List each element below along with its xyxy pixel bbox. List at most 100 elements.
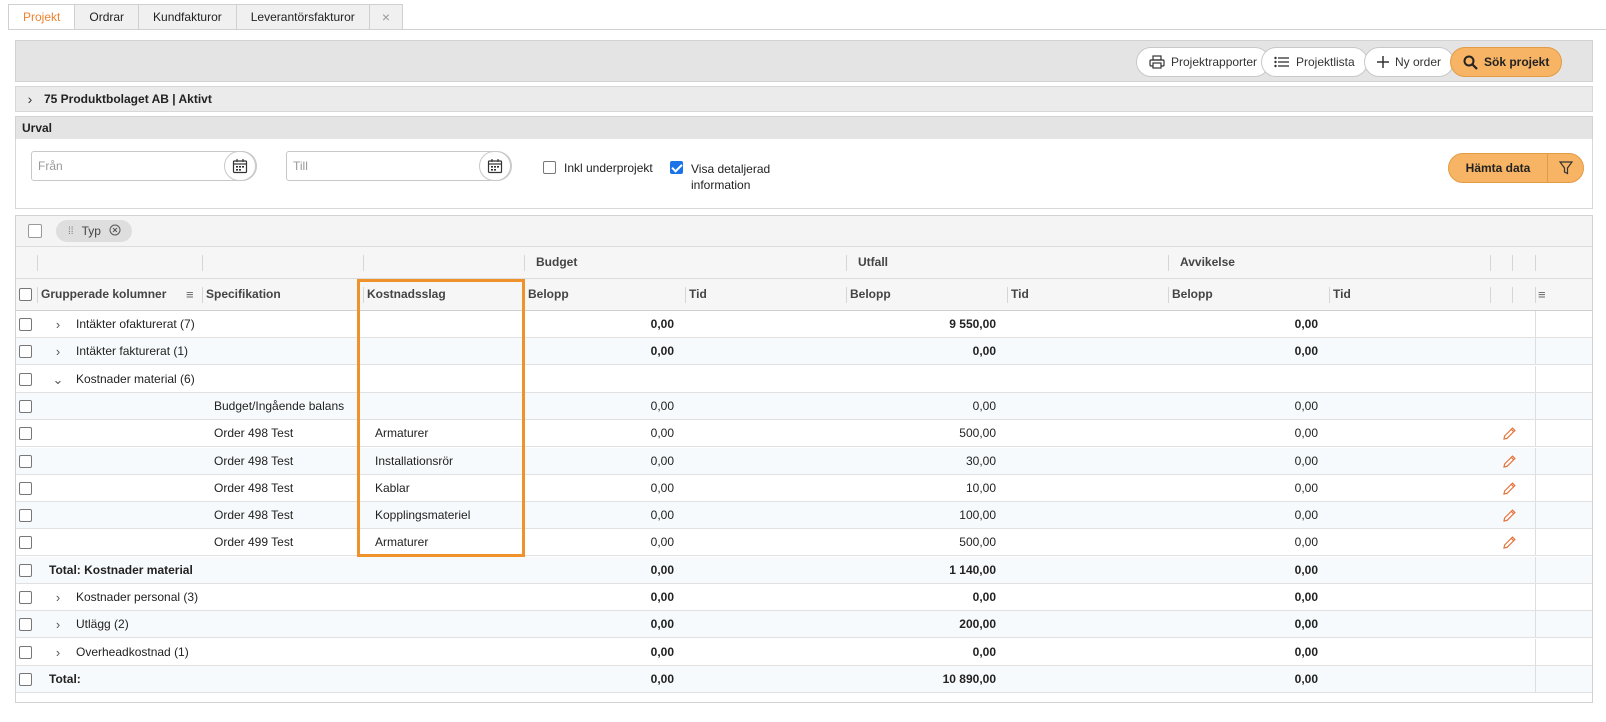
filter-icon[interactable]	[1547, 154, 1583, 182]
expand-toggle-icon[interactable]: ›	[52, 338, 64, 365]
calendar-icon[interactable]	[479, 151, 511, 181]
row-checkbox[interactable]	[19, 672, 32, 686]
tab-projekt[interactable]: Projekt	[8, 4, 76, 30]
from-date-field[interactable]: Från	[31, 151, 257, 181]
list-icon	[1274, 56, 1290, 68]
col-utfall-belopp[interactable]: Belopp	[846, 279, 891, 310]
row-checkbox[interactable]	[19, 645, 32, 659]
projektlista-button[interactable]: Projektlista	[1261, 47, 1368, 77]
total-label: Total: Kostnader material	[49, 562, 193, 577]
hamta-data-button[interactable]: Hämta data	[1448, 153, 1584, 183]
group-row[interactable]: ⌄ Kostnader material (6)	[16, 365, 1592, 393]
col-grupperade[interactable]: Grupperade kolumner	[37, 279, 166, 310]
calendar-icon[interactable]	[224, 151, 256, 181]
tab-ordrar[interactable]: Ordrar	[75, 4, 140, 30]
edit-pencil-icon[interactable]	[1502, 426, 1517, 444]
projektrapporter-button[interactable]: Projektrapporter	[1136, 47, 1271, 77]
table-row[interactable]: Order 498 Test Kablar 0,00 10,00 0,00	[16, 474, 1592, 502]
budget-belopp-cell: 0,00	[650, 480, 674, 495]
utfall-belopp-cell: 1 140,00	[949, 562, 996, 577]
budget-belopp-cell: 0,00	[650, 644, 674, 659]
table-row[interactable]: Order 498 Test Kopplingsmateriel 0,00 100,0…	[16, 502, 1592, 530]
row-checkbox[interactable]	[19, 536, 32, 550]
total-row[interactable]: Total: 0,00 10 890,00 0,00	[16, 665, 1592, 693]
row-checkbox[interactable]	[19, 318, 32, 331]
inkl-underprojekt-checkbox[interactable]	[543, 161, 556, 174]
to-date-field[interactable]: Till	[286, 151, 512, 181]
row-checkbox[interactable]	[19, 454, 32, 468]
group-chip-typ[interactable]: ⁞⁞ Typ	[56, 220, 132, 242]
ny-order-button[interactable]: Ny order	[1364, 47, 1455, 77]
visa-detaljerad-option[interactable]: Visa detaljerad information	[670, 161, 770, 193]
row-end-divider	[1535, 556, 1536, 583]
tab-leverantorsfakturor[interactable]: Leverantörsfakturor	[236, 4, 370, 30]
avvikelse-belopp-cell	[1168, 366, 1318, 393]
expand-toggle-icon[interactable]: ›	[52, 311, 64, 338]
expand-toggle-icon[interactable]: ›	[52, 639, 64, 666]
col-avvikelse-tid[interactable]: Tid	[1329, 279, 1351, 310]
group-panel-icon[interactable]	[28, 224, 42, 238]
row-checkbox[interactable]	[19, 399, 32, 413]
group-row[interactable]: › Intäkter ofakturerat (7) 0,00 9 550,00 0,0…	[16, 311, 1592, 338]
row-checkbox[interactable]	[19, 563, 32, 577]
col-utfall-tid[interactable]: Tid	[1007, 279, 1029, 310]
toolbar: Projektrapporter Projektlista Ny order S…	[15, 40, 1593, 82]
table-row[interactable]: Order 498 Test Installationsrör 0,00 30,00 0…	[16, 447, 1592, 475]
col-budget-tid[interactable]: Tid	[685, 279, 707, 310]
expand-toggle-icon[interactable]: ›	[52, 584, 64, 611]
col-budget-belopp[interactable]: Belopp	[524, 279, 569, 310]
row-checkbox[interactable]	[19, 591, 32, 604]
column-separator	[37, 255, 38, 271]
utfall-belopp-cell: 9 550,00	[949, 317, 996, 331]
grid-menu-icon[interactable]: ≡	[1538, 288, 1546, 301]
drag-handle-icon[interactable]: ⁞⁞	[68, 226, 74, 237]
group-row[interactable]: › Kostnader personal (3) 0,00 0,00 0,00	[16, 584, 1592, 611]
visa-detaljerad-label-line2: information	[691, 178, 751, 192]
group-bar: ⁞⁞ Typ	[16, 216, 1592, 247]
row-checkbox[interactable]	[19, 509, 32, 523]
sok-projekt-label: Sök projekt	[1484, 55, 1550, 69]
row-checkbox[interactable]	[19, 618, 32, 632]
group-row[interactable]: › Intäkter fakturerat (1) 0,00 0,00 0,00	[16, 338, 1592, 366]
column-menu-icon[interactable]: ≡	[186, 288, 194, 301]
table-row[interactable]: Order 498 Test Armaturer 0,00 500,00 0,00	[16, 420, 1592, 448]
remove-chip-icon[interactable]	[109, 224, 121, 239]
edit-pencil-icon[interactable]	[1502, 454, 1517, 472]
edit-pencil-icon[interactable]	[1502, 535, 1517, 553]
specifikation-cell: Order 498 Test	[214, 453, 294, 468]
budget-belopp-cell: 0,00	[650, 617, 674, 632]
inkl-underprojekt-label: Inkl underprojekt	[564, 161, 653, 175]
budget-belopp-cell: 0,00	[650, 671, 674, 686]
kostnadsslag-cell: Kopplingsmateriel	[375, 508, 471, 523]
group-label: Intäkter fakturerat (1)	[76, 344, 189, 359]
inkl-underprojekt-option[interactable]: Inkl underprojekt	[543, 161, 653, 175]
select-all-checkbox[interactable]	[19, 288, 32, 301]
expand-toggle-icon[interactable]: ›	[52, 611, 64, 638]
edit-pencil-icon[interactable]	[1502, 508, 1517, 526]
column-separator	[1512, 255, 1513, 271]
col-avvikelse-belopp[interactable]: Belopp	[1168, 279, 1213, 310]
col-kostnadsslag[interactable]: Kostnadsslag	[363, 279, 446, 310]
visa-detaljerad-checkbox[interactable]	[670, 161, 683, 174]
row-checkbox[interactable]	[19, 427, 32, 441]
table-row[interactable]: Budget/Ingående balans 0,00 0,00 0,00	[16, 392, 1592, 420]
utfall-belopp-cell: 10 890,00	[942, 671, 996, 686]
project-header[interactable]: › 75 Produktbolaget AB | Aktivt	[15, 86, 1593, 112]
col-specifikation[interactable]: Specifikation	[202, 279, 281, 310]
group-label: Kostnader material (6)	[76, 371, 195, 386]
tab-kundfakturor[interactable]: Kundfakturor	[139, 4, 237, 30]
row-checkbox[interactable]	[19, 372, 32, 386]
total-row[interactable]: Total: Kostnader material 0,00 1 140,00 0,0…	[16, 556, 1592, 584]
utfall-belopp-cell: 200,00	[959, 617, 996, 632]
group-row[interactable]: › Overheadkostnad (1) 0,00 0,00 0,00	[16, 638, 1592, 666]
table-row[interactable]: Order 499 Test Armaturer 0,00 500,00 0,00	[16, 529, 1592, 557]
sok-projekt-button[interactable]: Sök projekt	[1450, 47, 1563, 77]
row-checkbox[interactable]	[19, 345, 32, 359]
tab-close-icon[interactable]: ×	[369, 4, 403, 30]
edit-pencil-icon[interactable]	[1502, 481, 1517, 499]
chevron-right-icon[interactable]: ›	[16, 91, 44, 107]
group-row[interactable]: › Utlägg (2) 0,00 200,00 0,00	[16, 611, 1592, 639]
row-end-divider	[1535, 338, 1536, 365]
expand-toggle-icon[interactable]: ⌄	[52, 366, 64, 393]
row-checkbox[interactable]	[19, 481, 32, 495]
